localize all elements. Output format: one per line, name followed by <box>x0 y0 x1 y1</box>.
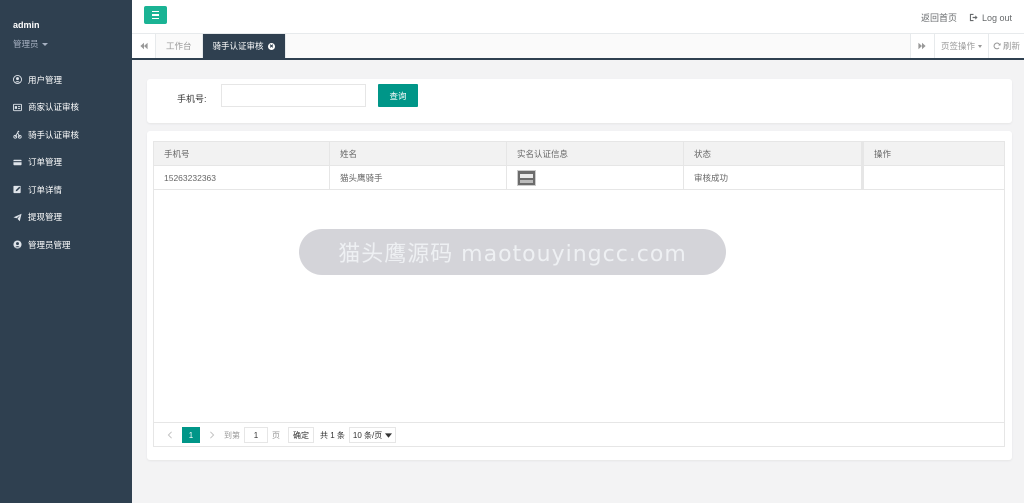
tab-spacer <box>286 34 910 58</box>
logout-label: Log out <box>981 12 1012 23</box>
sidebar-item-admins[interactable]: 管理员管理 <box>0 231 132 259</box>
sidebar-item-order-details[interactable]: 订单详情 <box>0 176 132 204</box>
watermark-overlay: 猫头鹰源码 maotouyingcc.com <box>299 229 726 275</box>
cell-name: 猫头鹰骑手 <box>330 166 507 189</box>
table-panel: 手机号 姓名 实名认证信息 状态 操作 15263232363 猫头鹰骑手 审核… <box>147 131 1012 460</box>
user-name: admin <box>13 20 40 30</box>
sidebar-item-label: 订单管理 <box>28 157 63 168</box>
column-header-actions: 操作 <box>862 142 1004 165</box>
sidebar-item-merchant-review[interactable]: 商家认证审核 <box>0 94 132 122</box>
data-table: 手机号 姓名 实名认证信息 状态 操作 15263232363 猫头鹰骑手 审核… <box>153 141 1005 447</box>
home-link[interactable]: 返回首页 <box>921 11 957 24</box>
send-icon <box>13 213 22 222</box>
search-button[interactable]: 查询 <box>378 84 418 107</box>
total-count: 共 1 条 <box>320 430 345 440</box>
tab-label: 工作台 <box>166 41 192 51</box>
sidebar-nav: 用户管理 商家认证审核 骑手认证审核 订单管理 订单详情 提现管理 管理员管理 <box>0 66 132 259</box>
tab-operations-label: 页签操作 <box>940 41 975 51</box>
id-card-icon <box>13 103 22 111</box>
caret-down-icon <box>41 42 48 46</box>
goto-label: 到第 <box>224 430 240 440</box>
hamburger-icon-line <box>152 17 159 19</box>
phone-search-input[interactable] <box>221 84 366 107</box>
sidebar-item-label: 提现管理 <box>28 212 63 223</box>
hamburger-icon-line <box>152 14 159 16</box>
edit-icon <box>13 186 21 194</box>
page-size-select[interactable]: 10 条/页 <box>348 427 397 443</box>
sidebar-item-label: 骑手认证审核 <box>28 129 80 140</box>
tab-rider-review[interactable]: 骑手认证审核 <box>202 34 286 58</box>
next-page-button[interactable] <box>204 427 220 443</box>
user-role-label: 管理员 <box>13 39 39 49</box>
sidebar-user-panel: admin 管理员 <box>0 0 132 66</box>
chevron-down-icon <box>385 432 393 438</box>
sidebar: admin 管理员 用户管理 商家认证审核 骑手认证审核 订单管理 订单详情 提… <box>0 0 132 503</box>
goto-page-input[interactable]: 1 <box>244 427 268 443</box>
refresh-button[interactable]: 刷新 <box>987 34 1024 58</box>
column-header-name: 姓名 <box>330 142 507 165</box>
sidebar-item-label: 管理员管理 <box>28 239 71 250</box>
sidebar-item-users[interactable]: 用户管理 <box>0 66 132 94</box>
credit-card-icon <box>13 159 22 165</box>
top-header: 返回首页 Log out <box>132 0 1024 34</box>
column-header-id-info: 实名认证信息 <box>507 142 684 165</box>
refresh-icon <box>993 42 1001 50</box>
caret-down-icon <box>977 44 982 48</box>
tab-scroll-right-button[interactable] <box>909 34 934 58</box>
cell-actions <box>862 166 1004 189</box>
prev-page-button[interactable] <box>162 427 178 443</box>
tab-operations-dropdown[interactable]: 页签操作 <box>933 34 988 58</box>
cell-id-info <box>507 166 684 189</box>
tab-scroll-left-button[interactable] <box>132 34 156 58</box>
table-row: 15263232363 猫头鹰骑手 审核成功 <box>154 166 1004 190</box>
tab-bar: 工作台 骑手认证审核 页签操作 刷新 <box>132 34 1024 60</box>
menu-toggle-button[interactable] <box>144 6 167 24</box>
phone-search-label: 手机号: <box>177 94 207 104</box>
sign-out-icon <box>969 13 978 22</box>
logout-link[interactable]: Log out <box>969 13 1012 23</box>
column-header-phone: 手机号 <box>154 142 330 165</box>
page-size-value: 10 条/页 <box>352 430 383 440</box>
cell-phone: 15263232363 <box>154 166 330 189</box>
sidebar-item-label: 用户管理 <box>28 74 63 85</box>
table-header: 手机号 姓名 实名认证信息 状态 操作 <box>154 142 1004 166</box>
pagination: 1 到第 1 页 确定 共 1 条 10 条/页 <box>154 422 1004 447</box>
backward-icon <box>139 42 148 50</box>
forward-icon <box>918 42 927 50</box>
current-page[interactable]: 1 <box>182 427 200 443</box>
hamburger-icon <box>152 11 159 13</box>
close-tab-icon[interactable] <box>267 42 275 50</box>
cell-status: 审核成功 <box>684 166 862 189</box>
chevron-left-icon <box>167 431 172 439</box>
sidebar-item-label: 订单详情 <box>28 184 63 195</box>
sidebar-item-rider-review[interactable]: 骑手认证审核 <box>0 121 132 149</box>
rider-icon <box>13 131 22 139</box>
sidebar-item-label: 商家认证审核 <box>28 102 80 113</box>
user-role-dropdown[interactable]: 管理员 <box>13 38 132 50</box>
tab-tools: 页签操作 刷新 <box>909 34 1024 58</box>
search-panel: 手机号: 查询 <box>147 79 1012 123</box>
sidebar-item-withdrawals[interactable]: 提现管理 <box>0 204 132 232</box>
chevron-right-icon <box>210 431 215 439</box>
tab-label: 骑手认证审核 <box>212 41 264 51</box>
tab-workbench[interactable]: 工作台 <box>156 34 203 58</box>
user-icon <box>13 240 22 249</box>
page-unit-label: 页 <box>272 430 280 440</box>
refresh-label: 刷新 <box>1002 41 1020 51</box>
sidebar-item-orders[interactable]: 订单管理 <box>0 149 132 177</box>
header-actions: 返回首页 Log out <box>921 11 1012 24</box>
goto-confirm-button[interactable]: 确定 <box>288 427 314 443</box>
column-header-status: 状态 <box>684 142 862 165</box>
id-photo-thumbnail[interactable] <box>517 169 536 186</box>
user-circle-icon <box>13 75 22 85</box>
